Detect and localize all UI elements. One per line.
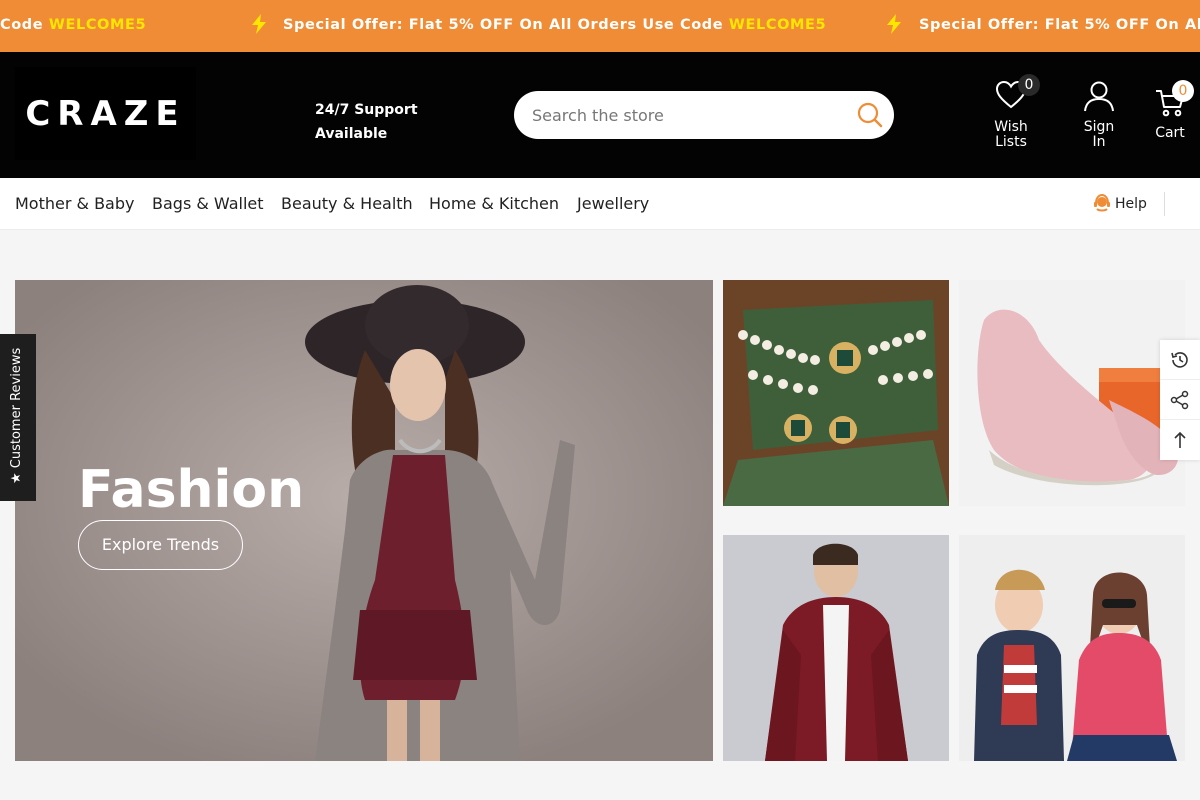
signin-label: Sign In [1083, 119, 1115, 150]
signin-button[interactable]: Sign In [1080, 80, 1118, 150]
announcement-segment: Special Offer: Flat 5% OFF On All Ord [919, 17, 1200, 33]
share-button[interactable] [1160, 380, 1200, 420]
search-input[interactable] [532, 91, 842, 139]
recently-viewed-button[interactable] [1160, 340, 1200, 380]
announcement-segment: Code WELCOME5 [0, 17, 147, 33]
search-icon[interactable] [856, 101, 884, 129]
nav-item-jewellery[interactable]: Jewellery [577, 194, 649, 213]
tile-kids[interactable] [959, 535, 1185, 761]
tile-shoes[interactable] [959, 280, 1185, 506]
share-icon [1170, 390, 1189, 409]
support-text: 24/7 Support Available [315, 102, 418, 142]
wishlist-count-badge: 0 [1018, 74, 1040, 96]
cart-button[interactable]: Cart 0 [1152, 80, 1194, 141]
tile-jacket[interactable] [723, 535, 949, 761]
customer-reviews-label: ★ Customer Reviews [9, 347, 24, 484]
jacket-image [723, 535, 949, 761]
kids-image [959, 535, 1185, 761]
user-icon [1084, 81, 1114, 112]
wishlist-label: Wish Lists [994, 119, 1028, 150]
bolt-icon [883, 13, 905, 35]
nav-item-beauty-health[interactable]: Beauty & Health [281, 194, 413, 213]
site-logo[interactable]: CRAZE [15, 67, 196, 160]
nav-item-home-kitchen[interactable]: Home & Kitchen [429, 194, 559, 213]
search-bar [514, 91, 894, 139]
wishlist-button[interactable]: Wish Lists 0 [990, 74, 1040, 150]
back-to-top-button[interactable] [1160, 420, 1200, 460]
announcement-segment: Special Offer: Flat 5% OFF On All Orders… [283, 17, 827, 33]
announcement-bar: Code WELCOME5 Special Offer: Flat 5% OFF… [0, 0, 1200, 52]
nav-item-bags-wallet[interactable]: Bags & Wallet [152, 194, 264, 213]
nav-item-mother-baby[interactable]: Mother & Baby [15, 194, 134, 213]
site-header: CRAZE 24/7 Support Available Wish Lists … [0, 52, 1200, 178]
history-icon [1171, 351, 1188, 368]
tile-jewellery[interactable] [723, 280, 949, 506]
explore-trends-button[interactable]: Explore Trends [78, 520, 243, 570]
cart-count-badge: 0 [1172, 80, 1194, 102]
side-toolbar [1160, 340, 1200, 460]
hero-title: Fashion [78, 460, 305, 520]
main-nav: Mother & Baby Bags & Wallet Beauty & Hea… [0, 178, 1200, 230]
nav-divider [1164, 192, 1165, 216]
customer-reviews-tab[interactable]: ★ Customer Reviews [0, 334, 36, 501]
help-link[interactable]: Help [1093, 193, 1147, 212]
arrow-up-icon [1174, 431, 1186, 448]
jewellery-image [723, 280, 949, 506]
help-icon [1094, 193, 1110, 212]
cart-label: Cart [1155, 125, 1185, 141]
shoes-image [959, 280, 1185, 506]
bolt-icon [248, 13, 270, 35]
